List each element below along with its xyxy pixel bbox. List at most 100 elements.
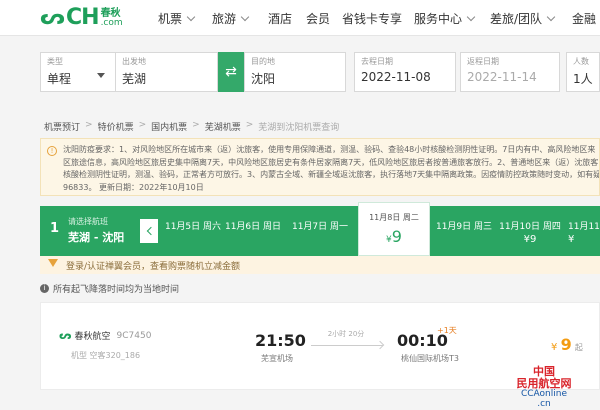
trip-type-select[interactable]: 类型 单程 bbox=[40, 52, 116, 92]
breadcrumb-separator: > bbox=[245, 120, 254, 130]
date-tab-selected[interactable]: 11月8日 周二 ¥9 bbox=[358, 202, 430, 256]
local-time-text: 所有起飞降落时间均为当地时间 bbox=[53, 285, 180, 295]
nav-label: 省钱卡专享 bbox=[342, 12, 403, 26]
breadcrumb: 机票预订 > 特价机票 > 国内机票 > 芜湖机票 > 芜湖到沈阳机票查询 bbox=[44, 120, 339, 133]
airline-logo-icon: ᔕ bbox=[59, 329, 72, 342]
date-tab[interactable]: 11月10日 周四 ¥9 bbox=[498, 206, 562, 256]
date-price: ¥9 bbox=[359, 227, 429, 246]
date-tab[interactable]: 11月7日 周一 bbox=[284, 206, 356, 256]
origin-field[interactable]: 出发地 芜湖 bbox=[115, 52, 218, 92]
chevron-left-icon bbox=[146, 226, 155, 236]
notice-line: 沈阳防疫要求：1、对风险地区所在城市来（返）沈旅客，使用专用保障通道，测温、验码… bbox=[63, 145, 600, 154]
chevron-down-icon bbox=[466, 12, 476, 21]
date-label: 11月8日 周二 bbox=[369, 213, 419, 222]
date-label: 11月7日 周一 bbox=[291, 222, 349, 232]
date-tab[interactable]: 11月11日 ¥ bbox=[564, 206, 600, 256]
nav-label: 旅游 bbox=[212, 12, 237, 26]
swap-icon: ⇄ bbox=[225, 64, 237, 80]
passenger-count-field[interactable]: 人数 1人 bbox=[566, 52, 600, 92]
nav-travel[interactable]: 旅游 bbox=[212, 10, 250, 27]
field-label: 类型 bbox=[47, 57, 63, 66]
field-value: 2022-11-08 bbox=[361, 70, 431, 84]
date-label: 11月10日 周四 bbox=[499, 222, 561, 232]
price-suffix: 起 bbox=[574, 343, 583, 352]
nav-label: 会员 bbox=[306, 12, 331, 26]
date-tab[interactable]: 11月9日 周三 bbox=[432, 206, 496, 256]
nav-saving-card[interactable]: 省钱卡专享 bbox=[342, 10, 402, 27]
field-label: 目的地 bbox=[251, 57, 275, 66]
date-tab[interactable]: 11月6日 周日 bbox=[224, 206, 282, 256]
nav-hotel[interactable]: 酒店 bbox=[268, 10, 292, 27]
breadcrumb-separator: > bbox=[85, 120, 93, 130]
price-value: 9 bbox=[530, 234, 537, 245]
logo-cn: 春秋 bbox=[100, 7, 121, 19]
notice-text: 沈阳防疫要求：1、对风险地区所在城市来（返）沈旅客，使用专用保障通道，测温、验码… bbox=[63, 144, 599, 194]
field-label: 去程日期 bbox=[361, 57, 393, 66]
nav-label: 机票 bbox=[158, 12, 183, 26]
breadcrumb-item[interactable]: 机票预订 bbox=[44, 120, 80, 133]
route-arrow-icon bbox=[311, 345, 383, 346]
epidemic-notice: ! 沈阳防疫要求：1、对风险地区所在城市来（返）沈旅客，使用专用保障通道，测温、… bbox=[40, 138, 600, 196]
notice-line: 96833。 更新日期：2022年10月10日 bbox=[63, 182, 204, 192]
search-bar: 类型 单程 出发地 芜湖 ⇄ 目的地 沈阳 去程日期 2022-11-08 返程… bbox=[0, 52, 600, 92]
airline-info: ᔕ 春秋航空 9C7450 bbox=[59, 329, 151, 342]
field-label: 人数 bbox=[573, 57, 589, 66]
swap-button[interactable]: ⇄ bbox=[218, 52, 244, 92]
spring-airlines-logo[interactable]: ᔕ CH 春秋 .com bbox=[40, 5, 123, 31]
nav-business-travel[interactable]: 差旅/团队 bbox=[490, 10, 556, 27]
depart-date-field[interactable]: 去程日期 2022-11-08 bbox=[354, 52, 456, 92]
airline-name: 春秋航空 bbox=[74, 332, 111, 342]
currency-symbol: ¥ bbox=[551, 342, 558, 353]
top-nav: ᔕ CH 春秋 .com 机票 旅游 酒店 会员 省钱卡专享 服务中心 差旅/团… bbox=[0, 0, 600, 36]
breadcrumb-item[interactable]: 芜湖机票 bbox=[205, 120, 241, 133]
price-value: 9 bbox=[391, 227, 402, 246]
field-value: 沈阳 bbox=[251, 72, 276, 86]
field-value: 芜湖 bbox=[122, 72, 147, 86]
date-price: ¥9 bbox=[498, 234, 562, 245]
route-label: 芜湖 - 沈阳 bbox=[68, 231, 125, 244]
date-label: 11月9日 周三 bbox=[435, 222, 493, 232]
breadcrumb-current: 芜湖到沈阳机票查询 bbox=[258, 123, 340, 133]
nav-member[interactable]: 会员 bbox=[306, 10, 330, 27]
step-caption: 请选择航班 bbox=[68, 217, 108, 226]
flight-duration: 2小时 20分 bbox=[327, 330, 365, 338]
aircraft-type[interactable]: 机型 空客320_186 bbox=[71, 350, 140, 361]
date-tab[interactable]: 11月5日 周六 bbox=[164, 206, 222, 256]
date-label: 11月6日 周日 bbox=[224, 222, 282, 232]
logo-swirl-icon: ᔕ bbox=[40, 5, 65, 30]
nav-finance[interactable]: 金融 bbox=[572, 10, 596, 27]
watermark-line: .cn bbox=[537, 399, 551, 410]
price-value: 9 bbox=[560, 335, 572, 354]
lowest-price[interactable]: ¥ 9 起 bbox=[551, 335, 583, 354]
nav-label: 金融 bbox=[572, 12, 597, 26]
departure-airport: 芜宣机场 bbox=[261, 354, 293, 363]
breadcrumb-item[interactable]: 特价机票 bbox=[98, 120, 134, 133]
nav-label: 酒店 bbox=[268, 12, 293, 26]
info-icon: ! bbox=[47, 146, 57, 156]
nav-label: 差旅/团队 bbox=[490, 12, 543, 26]
destination-field[interactable]: 目的地 沈阳 bbox=[244, 52, 346, 92]
nav-service-center[interactable]: 服务中心 bbox=[414, 10, 476, 27]
breadcrumb-separator: > bbox=[138, 120, 147, 130]
source-watermark: 中国 民用航空网 CCAonline .cn bbox=[488, 365, 600, 410]
return-date-field[interactable]: 返程日期 2022-11-14 bbox=[460, 52, 560, 92]
prev-dates-button[interactable] bbox=[140, 219, 158, 243]
nav-flights[interactable]: 机票 bbox=[158, 10, 196, 27]
info-icon: i bbox=[40, 284, 49, 293]
breadcrumb-item[interactable]: 国内机票 bbox=[151, 120, 187, 133]
member-hint-bar[interactable]: 登录/认证禅翼会员，查看购票随机立减金额 bbox=[40, 256, 600, 274]
field-value: 单程 bbox=[47, 72, 72, 86]
step-number: 1 bbox=[50, 221, 60, 236]
notice-line: 区旅途信息，高风险地区旅居史集中隔离7天，中风险地区旅居史有条件居家隔离7天，低… bbox=[63, 157, 600, 167]
chevron-down-icon bbox=[546, 12, 556, 21]
nav-label: 服务中心 bbox=[414, 12, 463, 26]
day-offset-badge: +1天 bbox=[437, 326, 457, 335]
date-label: 11月5日 周六 bbox=[164, 222, 222, 232]
breadcrumb-separator: > bbox=[192, 120, 200, 130]
logo-text: CH bbox=[66, 5, 100, 30]
field-label: 出发地 bbox=[122, 57, 146, 66]
chevron-down-icon bbox=[186, 12, 196, 21]
arrival-airport: 桃仙国际机场T3 bbox=[401, 354, 459, 363]
departure-time: 21:50 bbox=[255, 331, 306, 350]
date-price: ¥ bbox=[568, 234, 575, 245]
